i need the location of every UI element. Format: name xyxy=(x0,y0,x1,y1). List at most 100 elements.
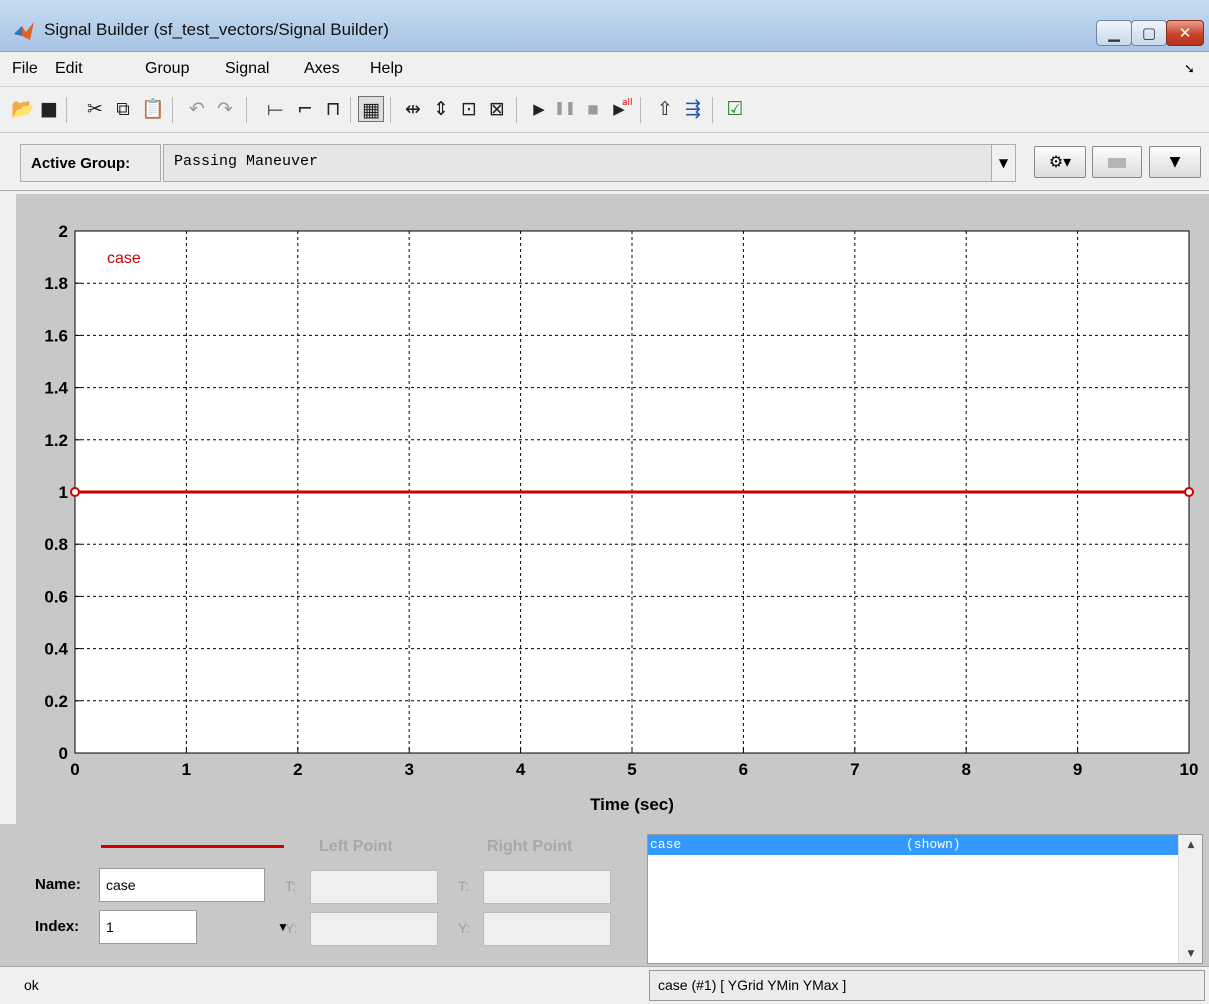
zoom-y-icon[interactable]: ⇕ xyxy=(428,96,454,122)
paste-icon[interactable]: 📋 xyxy=(140,96,166,122)
matlab-logo-icon xyxy=(14,22,34,40)
signal-point[interactable] xyxy=(1184,487,1194,497)
grid-toggle-icon[interactable]: ▦ xyxy=(358,96,384,122)
verify-icon[interactable]: ☑ xyxy=(722,96,748,122)
title-bar: Signal Builder (sf_test_vectors/Signal B… xyxy=(0,0,1209,52)
active-group-label: Active Group: xyxy=(31,155,131,172)
index-label: Index: xyxy=(35,918,80,935)
play-all-icon[interactable]: ▶ all xyxy=(606,96,632,122)
y-tick-label: 0.4 xyxy=(44,640,68,659)
toolbar-separator xyxy=(172,97,173,123)
right-point-t-field[interactable] xyxy=(483,870,611,904)
group-view-button[interactable] xyxy=(1092,146,1142,178)
y-tick-label: 2 xyxy=(59,222,68,241)
y-tick-label: 1.8 xyxy=(44,274,68,293)
left-point-t-field[interactable] xyxy=(310,870,438,904)
cut-icon[interactable]: ✂ xyxy=(82,96,108,122)
pulse-signal-icon[interactable]: ⊓ xyxy=(320,96,346,122)
open-icon[interactable]: 📂 xyxy=(10,96,36,122)
group-menu-button[interactable]: ▼ xyxy=(1149,146,1201,178)
index-value: 1 xyxy=(106,919,114,935)
toolbar-separator xyxy=(390,97,391,123)
stop-icon[interactable]: ■ xyxy=(580,96,606,122)
export-icon[interactable]: ⇶ xyxy=(680,96,706,122)
y-tick-label: 0.8 xyxy=(44,535,68,554)
gear-icon: ⚙▾ xyxy=(1048,152,1072,171)
menu-help[interactable]: Help xyxy=(370,60,403,78)
status-text: ok xyxy=(24,977,39,993)
menu-bar: File Edit Group Signal Axes Help ➘ xyxy=(0,53,1209,87)
list-item[interactable]: case (shown) xyxy=(648,835,1178,855)
right-y-label: Y: xyxy=(458,920,471,936)
toolbar-separator xyxy=(516,97,517,123)
toolbar-separator xyxy=(640,97,641,123)
y-tick-label: 1.2 xyxy=(44,431,68,450)
left-t-label: T: xyxy=(285,878,296,894)
status-signal-info: case (#1) [ YGrid YMin YMax ] xyxy=(658,977,847,993)
signal-chart[interactable]: 0 1 2 3 4 5 6 7 8 9 1000.20.40.60.811.21.41.61.82 … xyxy=(16,194,1209,824)
close-button[interactable]: ✕ xyxy=(1166,20,1204,46)
index-select[interactable]: 1 ▼ xyxy=(99,910,289,944)
toolbar-separator xyxy=(712,97,713,123)
right-point-y-field[interactable] xyxy=(483,912,611,946)
active-group-value: Passing Maneuver xyxy=(174,153,319,170)
zoom-time-icon[interactable]: ⇹ xyxy=(400,96,426,122)
left-point-y-field[interactable] xyxy=(310,912,438,946)
active-group-select[interactable]: Passing Maneuver ▼ xyxy=(163,144,1016,182)
signal-status: (shown) xyxy=(906,837,961,852)
settings-button[interactable]: ⚙▾ xyxy=(1034,146,1086,178)
signal-point[interactable] xyxy=(70,487,80,497)
toolbar: 📂 ■ ✂ ⧉ 📋 ↶ ↷ ⟝ ⌐ ⊓ ▦ ⇹ ⇕ ⊡ ⊠ ▶ ❚❚ ■ ▶ al… xyxy=(0,88,1209,133)
y-tick-label: 0.6 xyxy=(44,587,68,606)
step-signal-icon[interactable]: ⌐ xyxy=(292,96,318,122)
minimize-icon: ▁ xyxy=(1108,24,1120,42)
x-tick-label: 1 xyxy=(182,760,191,779)
left-y-label: Y: xyxy=(285,920,298,936)
list-scrollbar[interactable]: ▲ ▼ xyxy=(1178,835,1202,963)
y-tick-label: 1 xyxy=(59,483,68,502)
zoom-fit-icon[interactable]: ⊠ xyxy=(484,96,510,122)
signal-editor-panel: Left Point Right Point Name: case Index:… xyxy=(0,824,1209,966)
y-tick-label: 1.4 xyxy=(44,379,68,398)
signal-name: case xyxy=(650,837,682,852)
zoom-xy-icon[interactable]: ⊡ xyxy=(456,96,482,122)
close-icon: ✕ xyxy=(1178,24,1192,42)
save-icon[interactable]: ■ xyxy=(36,96,62,122)
play-icon[interactable]: ▶ xyxy=(526,96,552,122)
status-signal-box: case (#1) [ YGrid YMin YMax ] xyxy=(649,970,1205,1001)
line-style-sample[interactable] xyxy=(101,845,284,848)
status-bar: ok case (#1) [ YGrid YMin YMax ] xyxy=(0,966,1209,1004)
right-t-label: T: xyxy=(458,878,469,894)
name-field[interactable]: case xyxy=(99,868,265,902)
x-tick-label: 7 xyxy=(850,760,859,779)
menu-file[interactable]: File xyxy=(12,60,38,78)
redo-icon[interactable]: ↷ xyxy=(212,96,238,122)
right-point-header: Right Point xyxy=(487,838,573,855)
x-tick-label: 3 xyxy=(404,760,413,779)
menu-chevron-icon[interactable]: ➘ xyxy=(1184,62,1195,77)
chevron-down-icon: ▼ xyxy=(1169,154,1181,170)
menu-group[interactable]: Group xyxy=(145,60,189,78)
plot-area: 0 1 2 3 4 5 6 7 8 9 10 0 0.2 0.4 0.6 0.8 1 1.2 1.4 1.6 1.8 2 … xyxy=(16,194,1209,824)
active-group-label-box: Active Group: xyxy=(20,144,161,182)
scroll-down-icon[interactable]: ▼ xyxy=(1179,949,1203,959)
menu-signal[interactable]: Signal xyxy=(225,60,269,78)
menu-edit[interactable]: Edit xyxy=(55,60,83,78)
pause-icon[interactable]: ❚❚ xyxy=(552,96,578,122)
y-tick-label: 0.2 xyxy=(44,692,68,711)
constant-signal-icon[interactable]: ⟝ xyxy=(262,96,288,122)
minimize-button[interactable]: ▁ xyxy=(1096,20,1132,46)
signal-list[interactable]: case (shown) ▲ ▼ xyxy=(647,834,1203,964)
maximize-icon: ▢ xyxy=(1141,24,1157,42)
undo-icon[interactable]: ↶ xyxy=(184,96,210,122)
x-tick-label: 10 xyxy=(1180,760,1199,779)
copy-icon[interactable]: ⧉ xyxy=(110,96,136,122)
y-tick-label: 1.6 xyxy=(44,326,68,345)
menu-axes[interactable]: Axes xyxy=(304,60,340,78)
x-tick-label: 6 xyxy=(739,760,748,779)
scroll-up-icon[interactable]: ▲ xyxy=(1179,840,1203,850)
signal-annotation: case xyxy=(107,250,141,267)
chevron-down-icon[interactable]: ▼ xyxy=(991,145,1015,181)
maximize-button[interactable]: ▢ xyxy=(1131,20,1167,46)
move-up-icon[interactable]: ⇧ xyxy=(652,96,678,122)
